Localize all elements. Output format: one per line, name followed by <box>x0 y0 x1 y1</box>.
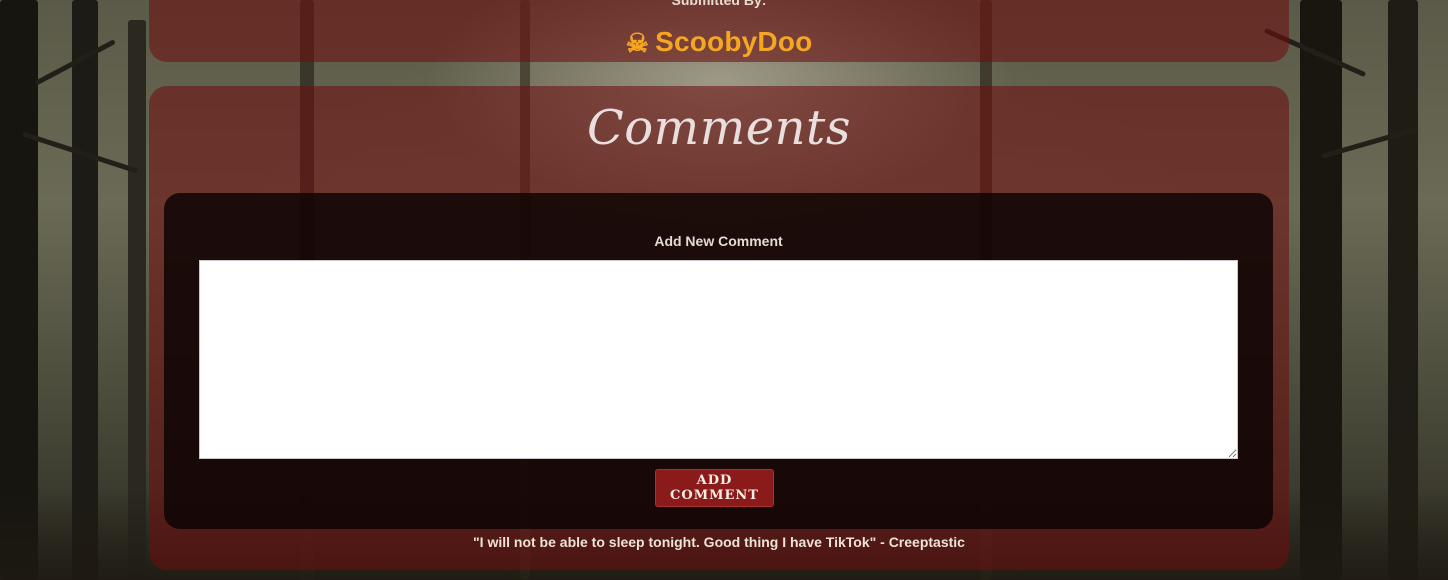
comments-title: Comments <box>587 100 851 156</box>
skull-crossbones-icon: ☠ <box>625 28 650 58</box>
add-comment-button[interactable]: Add Comment <box>655 469 774 507</box>
comment-form: Add New Comment Add Comment <box>164 193 1273 529</box>
add-comment-label: Add New Comment <box>654 233 783 249</box>
submitted-by-label: Submitted By: <box>671 0 767 8</box>
footer-quote: "I will not be able to sleep tonight. Go… <box>473 534 965 550</box>
comments-panel: Comments Add New Comment Add Comment "I … <box>149 86 1289 570</box>
author-name[interactable]: ScoobyDoo <box>655 26 812 57</box>
author-link[interactable]: ☠ ScoobyDoo <box>149 26 1289 59</box>
submission-panel: Submitted By: ☠ ScoobyDoo <box>149 0 1289 62</box>
comment-textarea[interactable] <box>199 260 1238 459</box>
